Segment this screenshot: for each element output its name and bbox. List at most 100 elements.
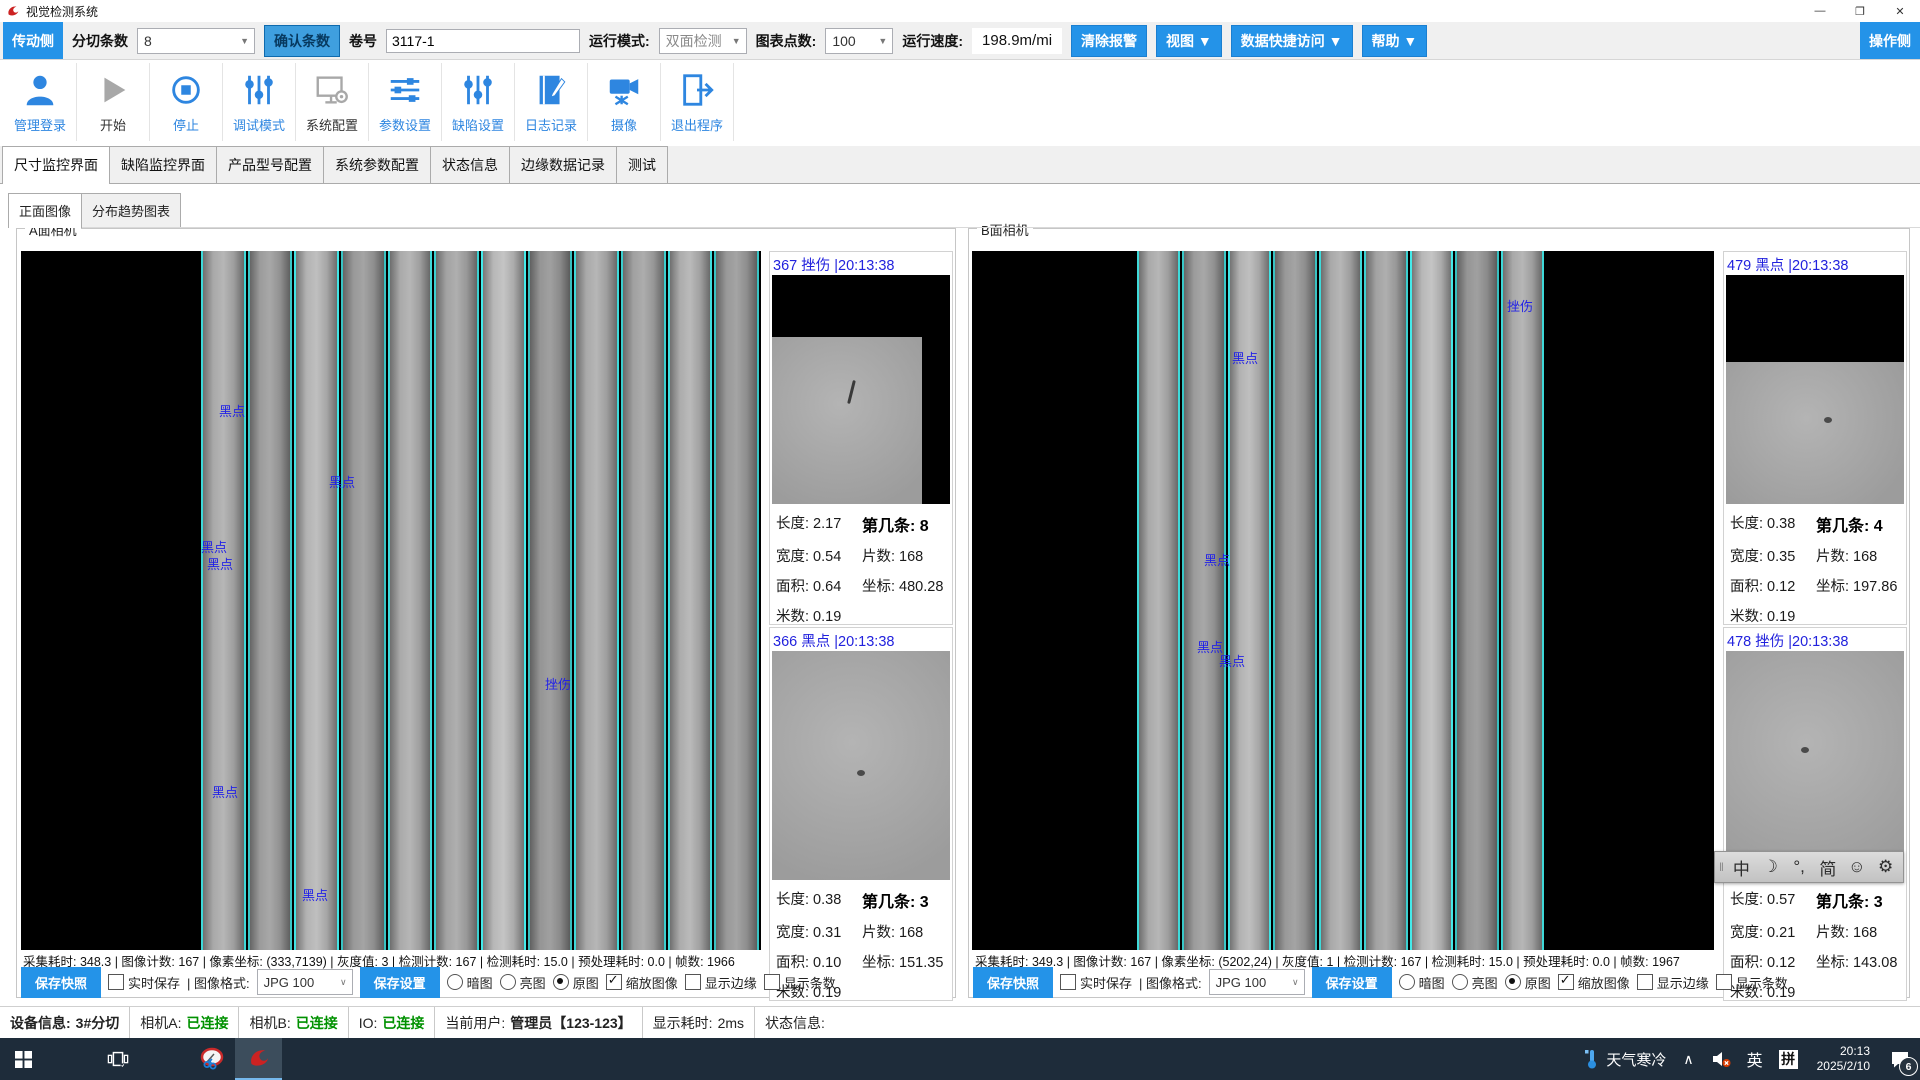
camera-image-A[interactable]: 黑点黑点黑点黑点挫伤黑点黑点	[21, 251, 761, 950]
tab-0[interactable]: 尺寸监控界面	[2, 146, 110, 184]
display-option[interactable]: 缩放图像	[606, 973, 678, 992]
minimize-button[interactable]: —	[1800, 0, 1840, 22]
defect-card[interactable]: 478 挫伤 |20:13:38长度: 0.57第几条: 3宽度: 0.21片数…	[1723, 627, 1907, 1001]
radio-button[interactable]	[500, 974, 516, 990]
image-mode-option[interactable]: 亮图	[1452, 973, 1498, 992]
save-snapshot-button[interactable]: 保存快照	[21, 967, 101, 998]
confirm-count-button[interactable]: 确认条数	[264, 25, 340, 57]
radio-button[interactable]	[1452, 974, 1468, 990]
image-format-select[interactable]: JPG 100∨	[257, 969, 353, 995]
tray-expand-chevron-icon[interactable]: ∧	[1675, 1051, 1701, 1068]
roll-number-input[interactable]	[386, 29, 580, 53]
close-button[interactable]: ✕	[1880, 0, 1920, 22]
stat-cell: 第几条: 8	[862, 512, 948, 536]
image-mode-option[interactable]: 暗图	[447, 973, 493, 992]
defect-card-header: 479 黑点 |20:13:38	[1724, 252, 1906, 275]
image-mode-option[interactable]: 亮图	[500, 973, 546, 992]
tab-5[interactable]: 边缘数据记录	[509, 146, 617, 183]
radio-button[interactable]	[1505, 974, 1521, 990]
punctuation-icon[interactable]: °,	[1786, 857, 1813, 877]
checkbox[interactable]	[1637, 974, 1653, 990]
checkbox[interactable]	[606, 974, 622, 990]
simplified-icon[interactable]: 简	[1815, 855, 1842, 880]
app-taskbar-button[interactable]	[235, 1038, 282, 1080]
toolbar-item-exit-program[interactable]: 退出程序	[661, 63, 734, 141]
material-strip	[1273, 251, 1316, 950]
realtime-save-option[interactable]: 实时保存	[1060, 973, 1132, 992]
operator-side-button[interactable]: 操作侧	[1860, 22, 1920, 59]
realtime-save-checkbox[interactable]	[108, 974, 124, 990]
display-option[interactable]: 显示条数	[764, 973, 836, 992]
camera-image-B[interactable]: 挫伤黑点黑点黑点黑点	[972, 251, 1714, 950]
weather-text: 天气寒冷	[1606, 1049, 1666, 1070]
width-mode-icon[interactable]: ☽	[1757, 857, 1784, 877]
notification-center-button[interactable]: 6	[1880, 1038, 1920, 1080]
task-view-button[interactable]	[94, 1038, 141, 1080]
weather-widget[interactable]: 天气寒冷	[1575, 1038, 1675, 1080]
radio-button[interactable]	[1399, 974, 1415, 990]
image-mode-option[interactable]: 原图	[553, 973, 599, 992]
save-snapshot-button[interactable]: 保存快照	[973, 967, 1053, 998]
subtab-0[interactable]: 正面图像	[8, 193, 82, 228]
toolbar-item-debug-mode[interactable]: 调试模式	[223, 63, 296, 141]
tab-1[interactable]: 缺陷监控界面	[109, 146, 217, 183]
menu-button[interactable]: 数据快捷访问 ▼	[1231, 25, 1353, 57]
tab-2[interactable]: 产品型号配置	[216, 146, 324, 183]
volume-button[interactable]	[1702, 1038, 1740, 1080]
task-view-icon	[107, 1049, 129, 1069]
toolbar-item-defect-settings[interactable]: 缺陷设置	[442, 63, 515, 141]
checkbox[interactable]	[1558, 974, 1574, 990]
realtime-save-checkbox[interactable]	[1060, 974, 1076, 990]
toolbar-item-admin-login[interactable]: 管理登录	[4, 63, 77, 141]
image-format-select[interactable]: JPG 100∨	[1209, 969, 1305, 995]
realtime-save-option[interactable]: 实时保存	[108, 973, 180, 992]
defect-card[interactable]: 367 挫伤 |20:13:38长度: 2.17第几条: 8宽度: 0.54片数…	[769, 251, 953, 625]
material-strip	[1410, 251, 1453, 950]
chevron-down-icon: ▼	[729, 36, 744, 46]
menu-button[interactable]: 帮助 ▼	[1362, 25, 1428, 57]
toolbar-item-system-config[interactable]: 系统配置	[296, 63, 369, 141]
lang-mode-icon[interactable]: 中	[1728, 855, 1755, 880]
tab-6[interactable]: 测试	[616, 146, 668, 183]
toolbar-item-capture[interactable]: 摄像	[588, 63, 661, 141]
split-count-select[interactable]: 8▼	[137, 28, 255, 54]
defect-card[interactable]: 479 黑点 |20:13:38长度: 0.38第几条: 4宽度: 0.35片数…	[1723, 251, 1907, 625]
ime-mode-button[interactable]: 拼	[1770, 1038, 1807, 1080]
display-option[interactable]: 缩放图像	[1558, 973, 1630, 992]
chart-points-select[interactable]: 100▼	[825, 28, 893, 54]
start-button[interactable]	[0, 1038, 47, 1080]
save-settings-button[interactable]: 保存设置	[360, 967, 440, 998]
emoji-icon[interactable]: ☺	[1843, 857, 1870, 877]
drive-side-button[interactable]: 传动侧	[3, 22, 63, 59]
display-option[interactable]: 显示条数	[1716, 973, 1788, 992]
ime-grip[interactable]: ‖	[1719, 860, 1724, 874]
snipping-tool-button[interactable]	[188, 1038, 235, 1080]
image-mode-option[interactable]: 原图	[1505, 973, 1551, 992]
checkbox[interactable]	[764, 974, 780, 990]
tab-3[interactable]: 系统参数配置	[323, 146, 431, 183]
toolbar-item-stop[interactable]: 停止	[150, 63, 223, 141]
run-mode-select[interactable]: 双面检测▼	[659, 28, 747, 54]
toolbar-item-param-settings[interactable]: 参数设置	[369, 63, 442, 141]
tab-4[interactable]: 状态信息	[430, 146, 510, 183]
display-option[interactable]: 显示边缘	[1637, 973, 1709, 992]
menu-button[interactable]: 视图 ▼	[1156, 25, 1222, 57]
image-mode-option[interactable]: 暗图	[1399, 973, 1445, 992]
maximize-button[interactable]: ❐	[1840, 0, 1880, 22]
taskbar-clock[interactable]: 20:132025/2/10	[1807, 1044, 1880, 1074]
clear-alarm-button[interactable]: 清除报警	[1071, 25, 1147, 57]
ime-settings-icon[interactable]: ⚙	[1872, 857, 1899, 877]
checkbox[interactable]	[1716, 974, 1732, 990]
realtime-save-label: 实时保存	[1080, 973, 1132, 992]
toolbar-item-log-record[interactable]: 日志记录	[515, 63, 588, 141]
top-toolbar: 传动侧 分切条数 8▼ 确认条数 卷号 运行模式: 双面检测▼ 图表点数: 10…	[0, 22, 1920, 60]
radio-button[interactable]	[447, 974, 463, 990]
subtab-1[interactable]: 分布趋势图表	[81, 193, 181, 227]
checkbox[interactable]	[685, 974, 701, 990]
display-option[interactable]: 显示边缘	[685, 973, 757, 992]
toolbar-item-start[interactable]: 开始	[77, 63, 150, 141]
radio-button[interactable]	[553, 974, 569, 990]
save-settings-button[interactable]: 保存设置	[1312, 967, 1392, 998]
language-indicator[interactable]: 英	[1740, 1047, 1770, 1071]
defect-card[interactable]: 366 黑点 |20:13:38长度: 0.38第几条: 3宽度: 0.31片数…	[769, 627, 953, 1001]
